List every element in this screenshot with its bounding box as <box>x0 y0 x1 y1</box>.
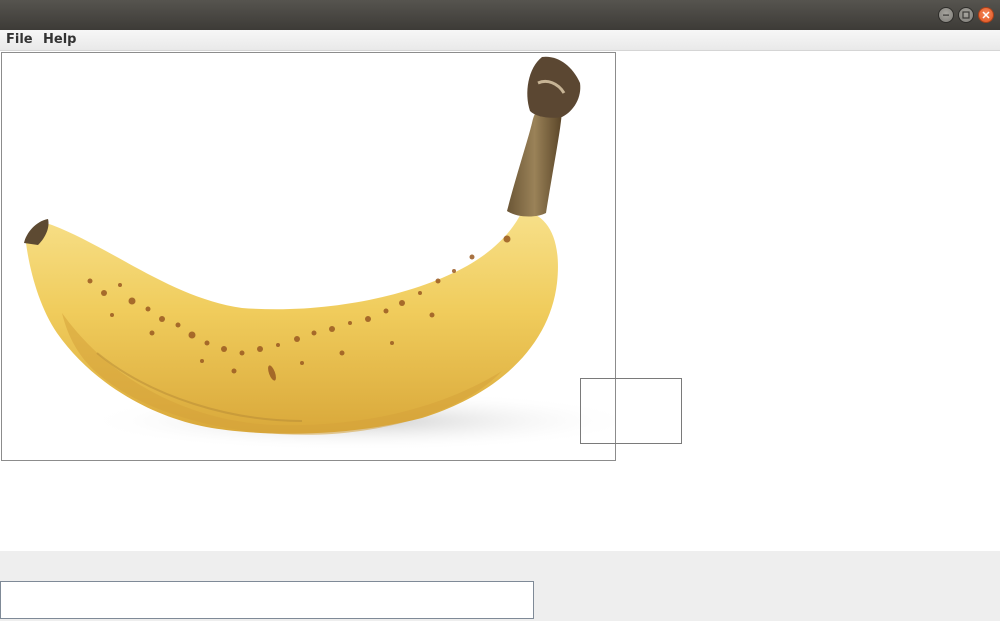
window-title-bar[interactable] <box>0 0 1000 30</box>
image-canvas[interactable] <box>1 52 616 461</box>
minimize-button[interactable] <box>938 7 954 23</box>
text-input[interactable] <box>0 581 534 619</box>
maximize-button[interactable] <box>958 7 974 23</box>
minimize-icon <box>943 14 949 16</box>
close-button[interactable] <box>978 7 994 23</box>
close-icon <box>982 11 990 19</box>
menu-bar: File Help <box>0 30 1000 51</box>
banana-photo <box>2 53 615 460</box>
selection-rectangle[interactable] <box>580 378 682 444</box>
menu-file[interactable]: File <box>6 32 33 47</box>
menu-help[interactable]: Help <box>43 32 76 47</box>
maximize-icon <box>962 11 970 19</box>
